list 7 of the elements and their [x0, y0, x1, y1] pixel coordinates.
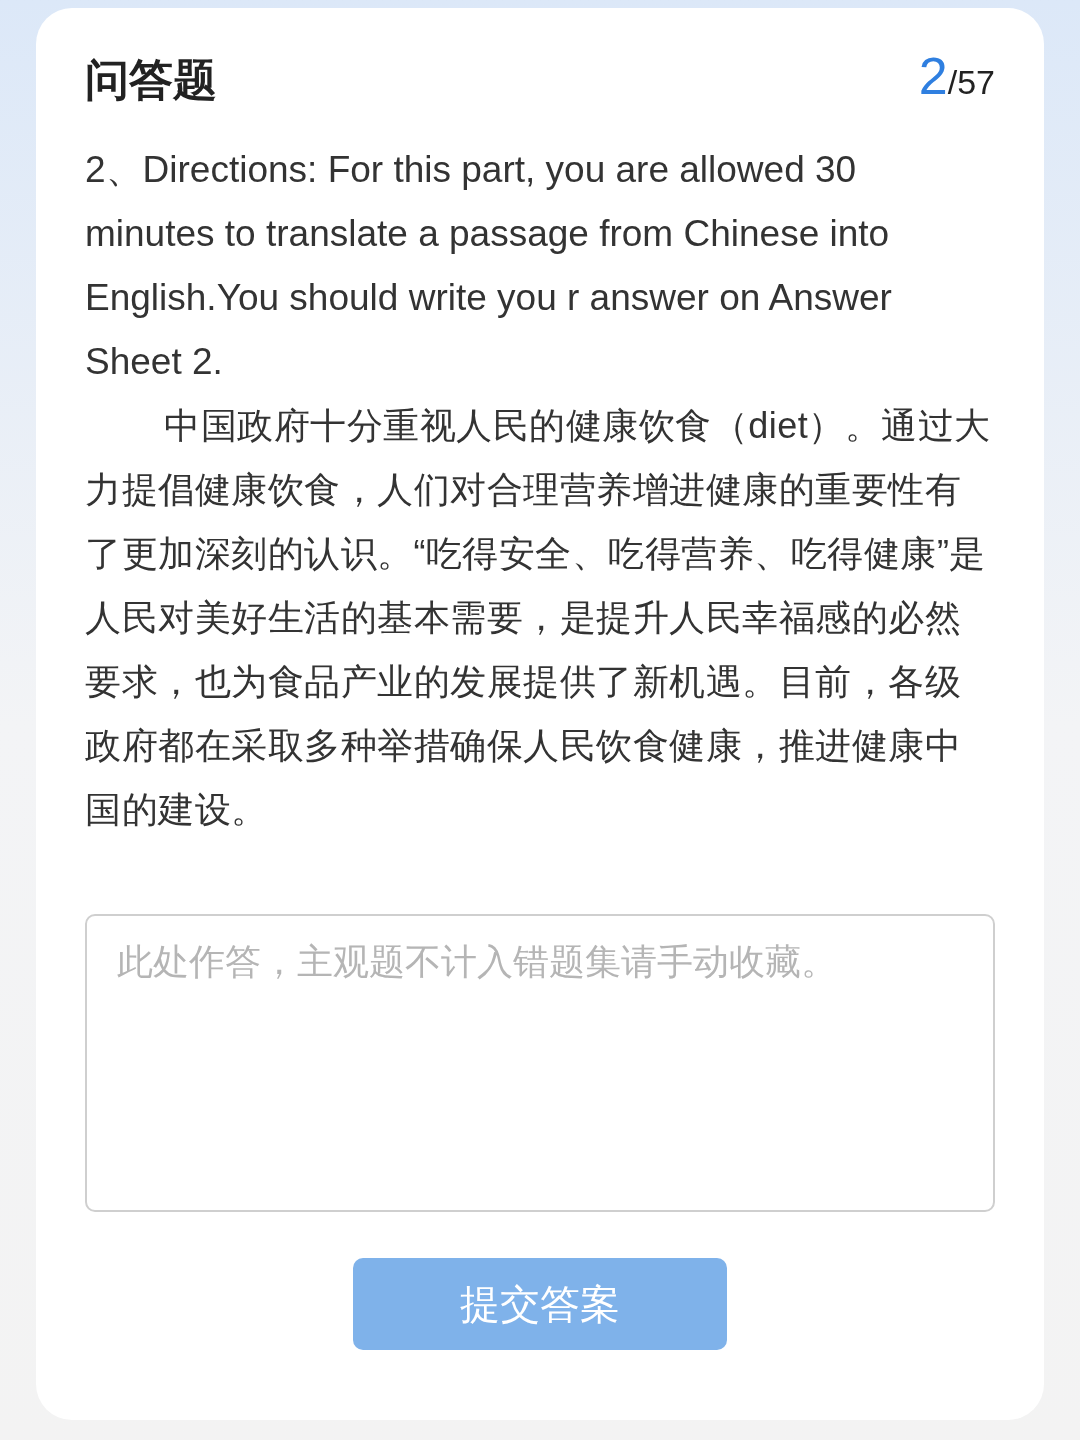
- question-type-title: 问答题: [85, 54, 217, 106]
- submit-answer-button[interactable]: 提交答案: [353, 1258, 727, 1350]
- current-question-number: 2: [918, 48, 948, 104]
- chinese-passage: 中国政府十分重视人民的健康饮食（diet）。通过大力提倡健康饮食，人们对合理营养增进健康的重要性有了更加深刻的认识。“吃得安全、吃得营养、吃得健康”是人民对美好生活的基本需要，是提升人民幸福感的必然要求，也为食品产业的发展提供了新机遇。目前，各级政府都在采取多种举措确保人民饮食健康，推进健康中国的建设。: [85, 404, 992, 832]
- answer-input-field[interactable]: 此处作答，主观题不计入错题集请手动收藏。: [85, 914, 995, 1212]
- question-instructions: 2、Directions: For this part, you are allowed 30 minutes to translate a passage from Chinese into English.You should write you r answer on Answer Sheet 2.: [85, 148, 893, 384]
- total-question-count: /57: [947, 63, 995, 103]
